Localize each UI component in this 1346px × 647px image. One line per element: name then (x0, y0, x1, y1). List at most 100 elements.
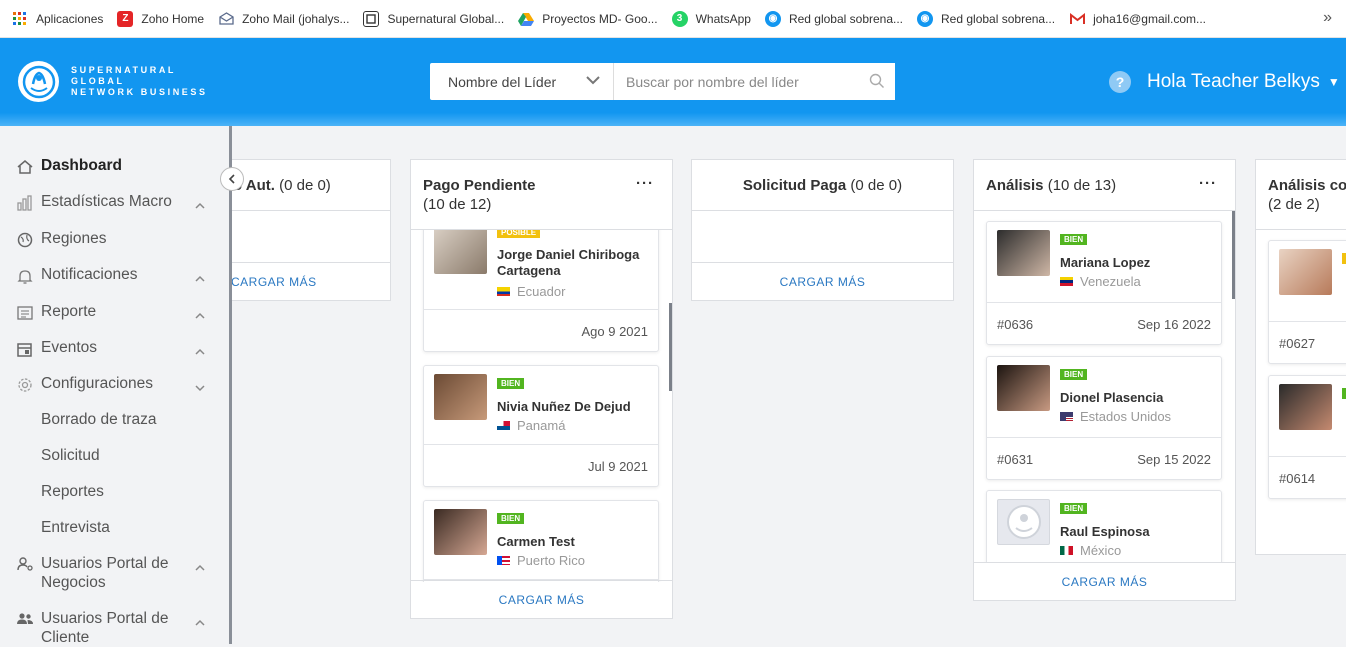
load-more-button[interactable]: CARGAR MÁS (232, 262, 390, 300)
users-gear-icon (15, 554, 35, 574)
supernatural-icon (363, 10, 380, 27)
card-footer: #0631 Sep 15 2022 (987, 437, 1221, 479)
lead-card[interactable]: #0627 (1268, 240, 1346, 364)
lead-country: México (1060, 543, 1121, 558)
gmail-icon (1069, 11, 1085, 27)
users-icon (15, 609, 35, 629)
mail-icon (218, 11, 234, 27)
lead-card[interactable]: #0614 (1268, 375, 1346, 499)
bookmark-zoho-mail[interactable]: Zoho Mail (johalys... (218, 11, 349, 27)
lead-country: Venezuela (1060, 274, 1141, 289)
sidebar-subitem-solicitud[interactable]: Solicitud (41, 447, 100, 465)
column-scrollbar[interactable] (669, 303, 672, 391)
bookmark-whatsapp[interactable]: 3 WhatsApp (671, 10, 751, 27)
bookmark-red-global-2[interactable]: ◉ Red global sobrena... (917, 10, 1055, 27)
sidebar-item-notificaciones[interactable]: Notificaciones (15, 266, 215, 286)
sidebar-item-label: Reporte (41, 303, 97, 320)
avatar (1279, 249, 1332, 295)
lead-name: Dionel Plasencia (1060, 390, 1164, 405)
sidebar-item-usuarios-negocios[interactable]: Usuarios Portal de Negocios (15, 554, 215, 592)
sidebar-item-regiones[interactable]: Regiones (15, 230, 215, 250)
lead-card[interactable]: BIEN Raul Espinosa México (986, 490, 1222, 563)
lead-country: Panamá (497, 418, 565, 433)
sidebar-item-estadisticas[interactable]: Estadísticas Macro (15, 193, 215, 213)
lead-card[interactable]: BIEN Mariana Lopez Venezuela #0636 Sep 1… (986, 221, 1222, 345)
sidebar-subitem-reportes[interactable]: Reportes (41, 483, 104, 501)
flag-icon (1060, 412, 1073, 421)
lead-card[interactable]: BIEN Carmen Test Puerto Rico (423, 500, 659, 582)
search-bar: Nombre del Líder (430, 63, 895, 100)
zoho-icon: Z (117, 10, 134, 27)
sidebar-subitem-entrevista[interactable]: Entrevista (41, 519, 110, 537)
lead-name: Mariana Lopez (1060, 255, 1151, 270)
lead-name: Jorge Daniel Chiriboga Cartagena (497, 247, 640, 278)
more-options-icon[interactable]: ··· (636, 174, 654, 193)
company-logo[interactable]: SUPERNATURAL GLOBAL NETWORK BUSINESS (18, 61, 208, 102)
sidebar-item-label: Usuarios Portal de Negocios (41, 555, 169, 591)
bookmark-google-drive[interactable]: Proyectos MD- Goo... (518, 11, 658, 27)
bookmark-label: Supernatural Global... (387, 11, 505, 26)
bookmark-gmail[interactable]: joha16@gmail.com... (1069, 11, 1206, 27)
logo-text: SUPERNATURAL GLOBAL NETWORK BUSINESS (71, 65, 208, 98)
lead-name: Nivia Nuñez De Dejud (497, 399, 631, 414)
column-header: Pago Pendiente (10 de 12) ··· (411, 160, 672, 230)
sidebar-item-reporte[interactable]: Reporte (15, 303, 215, 323)
sidebar-item-label: Estadísticas Macro (41, 193, 172, 210)
column-analisis: Análisis (10 de 13) ··· BIEN Mariana Lop… (973, 159, 1236, 601)
sidebar-subitem-borrado[interactable]: Borrado de traza (41, 411, 156, 429)
more-options-icon[interactable]: ··· (1199, 174, 1217, 193)
sidebar-item-label: Configuraciones (41, 375, 154, 392)
card-date: Sep 15 2022 (1137, 452, 1211, 467)
bell-icon (15, 266, 35, 286)
bookmark-zoho-home[interactable]: Z Zoho Home (117, 10, 204, 27)
help-icon[interactable]: ? (1109, 71, 1131, 93)
chevron-down-icon (195, 379, 205, 397)
user-menu[interactable]: Hola Teacher Belkys ▼ (1147, 71, 1340, 93)
country-label: Estados Unidos (1080, 409, 1172, 424)
flag-icon (1060, 546, 1073, 555)
bookmark-label: joha16@gmail.com... (1093, 11, 1206, 26)
bookmark-label: Aplicaciones (36, 11, 104, 26)
card-footer: #0636 Sep 16 2022 (987, 302, 1221, 344)
card-id: #0627 (1279, 336, 1316, 351)
default-avatar-icon (1006, 505, 1041, 539)
column-title: Pago Pendiente (423, 177, 536, 194)
status-badge: BIEN (1060, 234, 1088, 245)
bookmark-label: Zoho Mail (johalys... (242, 11, 350, 26)
lead-country: Estados Unidos (1060, 409, 1171, 424)
gear-icon (15, 375, 35, 395)
lead-card[interactable]: POSIBLE Jorge Daniel Chiriboga Cartagena… (423, 230, 659, 352)
sidebar-item-dashboard[interactable]: Dashboard (15, 157, 215, 177)
lead-card[interactable]: BIEN Nivia Nuñez De Dejud Panamá Jul 9 2… (423, 365, 659, 487)
column-scrollbar[interactable] (1232, 211, 1235, 299)
sidebar-collapse-button[interactable] (220, 167, 244, 191)
globe-icon: ◉ (764, 10, 781, 27)
load-more-button[interactable]: CARGAR MÁS (692, 262, 953, 300)
search-type-select[interactable]: Nombre del Líder (430, 63, 614, 100)
search-icon[interactable] (869, 73, 885, 94)
bookmark-apps[interactable]: Aplicaciones (12, 11, 103, 27)
card-footer: Jul 9 2021 (424, 444, 658, 486)
lead-card[interactable]: BIEN Dionel Plasencia Estados Unidos #06… (986, 356, 1222, 480)
bookmark-supernatural[interactable]: Supernatural Global... (363, 10, 505, 27)
avatar (1279, 384, 1332, 430)
logo-emblem-icon (18, 61, 59, 102)
sidebar-item-usuarios-cliente[interactable]: Usuarios Portal de Cliente (15, 609, 215, 647)
load-more-button[interactable]: CARGAR MÁS (974, 562, 1235, 600)
search-input[interactable] (614, 63, 895, 100)
bar-chart-icon (15, 193, 35, 213)
bookmark-red-global-1[interactable]: ◉ Red global sobrena... (764, 10, 903, 27)
sidebar-item-eventos[interactable]: Eventos (15, 339, 215, 359)
card-footer: #0627 (1269, 321, 1346, 363)
sidebar-item-configuraciones[interactable]: Configuraciones (15, 375, 215, 395)
card-date: Jul 9 2021 (588, 459, 648, 474)
caret-down-icon: ▼ (1327, 75, 1340, 89)
flag-icon (497, 421, 510, 430)
report-icon (15, 303, 35, 323)
card-id: #0631 (997, 452, 1034, 467)
country-label: México (1080, 543, 1122, 558)
load-more-button[interactable]: CARGAR MÁS (411, 580, 672, 618)
more-bookmarks-icon[interactable]: » (1323, 9, 1332, 27)
user-greeting: Hola Teacher Belkys (1147, 71, 1320, 92)
sidebar-item-label: Notificaciones (41, 266, 138, 283)
